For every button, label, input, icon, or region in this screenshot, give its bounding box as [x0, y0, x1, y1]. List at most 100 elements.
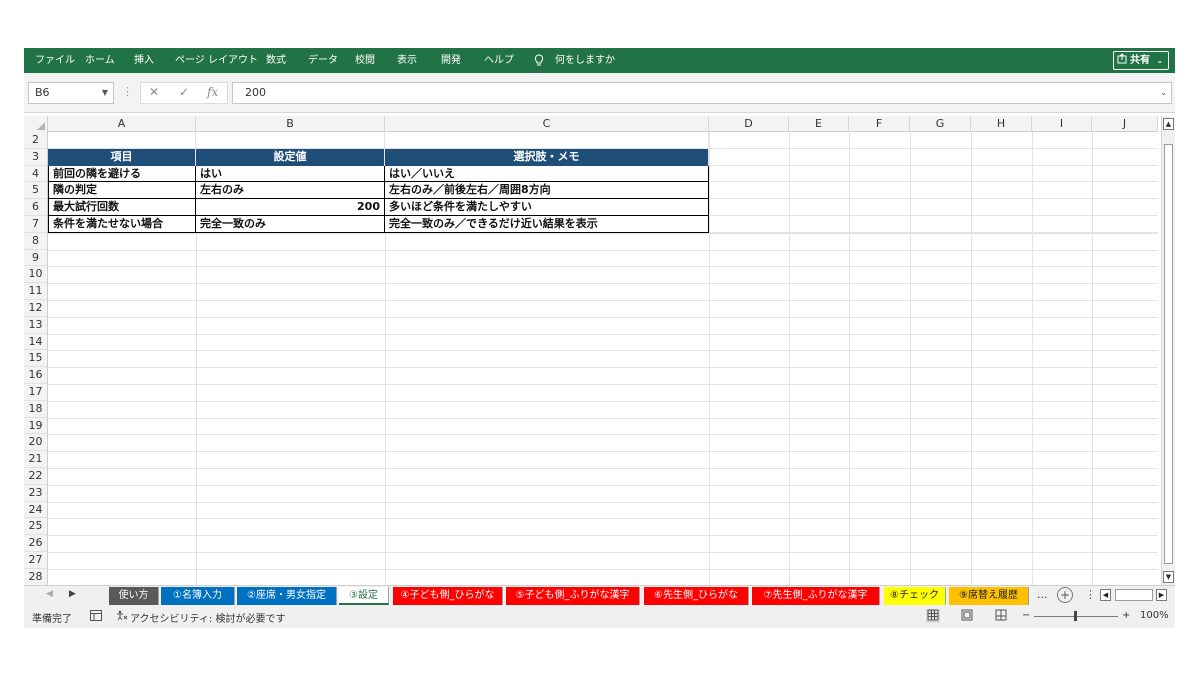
sheet-tab[interactable]: ②座席・男女指定	[237, 587, 337, 605]
column-header-f[interactable]: F	[849, 116, 910, 132]
row-header[interactable]: 5	[24, 182, 47, 200]
drag-handle-icon[interactable]: ⋮	[1085, 588, 1096, 601]
row-header[interactable]: 15	[24, 350, 47, 368]
menu-page-layout[interactable]: ページ レイアウト	[175, 48, 258, 73]
sheet-tab[interactable]: ⑥先生側_ひらがな	[644, 587, 749, 605]
page-break-view-icon[interactable]	[994, 609, 1008, 623]
row-header[interactable]: 9	[24, 250, 47, 267]
drag-handle-icon[interactable]: ⋮	[122, 85, 133, 98]
row-header[interactable]: 21	[24, 451, 47, 468]
share-icon	[1117, 53, 1128, 70]
row-header[interactable]: 2	[24, 132, 47, 149]
formula-input[interactable]: 200 ⌄	[232, 82, 1172, 104]
accessibility-icon[interactable]	[116, 610, 128, 624]
tell-me-search[interactable]: 何をしますか	[555, 48, 615, 73]
zoom-slider-thumb[interactable]	[1074, 611, 1077, 621]
menu-help[interactable]: ヘルプ	[484, 48, 514, 73]
scroll-down-arrow-icon[interactable]: ▼	[1163, 571, 1174, 583]
sheet-tab[interactable]: ⑨席替え履歴	[949, 587, 1029, 605]
enter-icon[interactable]: ✓	[179, 85, 189, 99]
add-sheet-icon[interactable]: +	[1057, 587, 1073, 603]
chevron-down-icon[interactable]: ▼	[102, 83, 108, 103]
menu-file[interactable]: ファイル	[35, 48, 75, 73]
formula-bar: B6 ▼ ⋮ ✕ ✓ fx 200 ⌄	[24, 73, 1175, 113]
sheet-tab[interactable]: ⑤子ども側_ふりがな漢字	[506, 587, 640, 605]
scroll-thumb[interactable]	[1115, 589, 1153, 601]
macro-record-icon[interactable]	[90, 610, 102, 624]
horizontal-scrollbar[interactable]: ◀ ▶	[1100, 589, 1172, 603]
row-header[interactable]: 24	[24, 502, 47, 519]
row-header[interactable]: 17	[24, 384, 47, 401]
more-tabs-button[interactable]: ...	[1037, 588, 1048, 601]
scroll-up-arrow-icon[interactable]: ▲	[1163, 118, 1174, 130]
menu-formulas[interactable]: 数式	[266, 48, 286, 73]
row-header[interactable]: 3	[24, 149, 47, 166]
column-header-b[interactable]: B	[196, 116, 385, 132]
sheet-tab[interactable]: ⑧チェック	[884, 587, 946, 605]
row-header[interactable]: 18	[24, 401, 47, 418]
row-header[interactable]: 13	[24, 317, 47, 334]
menu-data[interactable]: データ	[308, 48, 338, 73]
column-header-c[interactable]: C	[385, 116, 709, 132]
menu-home[interactable]: ホーム	[85, 48, 115, 73]
column-header-e[interactable]: E	[789, 116, 849, 132]
share-button[interactable]: 共有 ⌄	[1113, 51, 1169, 70]
tab-prev-icon[interactable]: ◀	[46, 589, 53, 599]
scroll-thumb[interactable]	[1164, 144, 1173, 564]
row-header[interactable]: 20	[24, 434, 47, 452]
row-header[interactable]: 27	[24, 552, 47, 569]
cancel-icon[interactable]: ✕	[149, 85, 159, 99]
scroll-left-arrow-icon[interactable]: ◀	[1100, 589, 1111, 601]
sheet-tab-bar: ◀ ▶ 使い方 ①名簿入力 ②座席・男女指定 ③設定 ④子ども側_ひらがな ⑤子…	[24, 585, 1175, 606]
column-header-d[interactable]: D	[709, 116, 789, 132]
accessibility-status[interactable]: アクセシビリティ: 検討が必要です	[130, 610, 285, 625]
status-bar: 準備完了 アクセシビリティ: 検討が必要です − + 100%	[24, 606, 1175, 628]
row-header[interactable]: 8	[24, 233, 47, 250]
column-header-i[interactable]: I	[1032, 116, 1092, 132]
sheet-tab[interactable]: ⑦先生側_ふりがな漢字	[752, 587, 880, 605]
row-header[interactable]: 11	[24, 283, 47, 300]
row-header[interactable]: 10	[24, 266, 47, 284]
name-box[interactable]: B6 ▼	[28, 82, 114, 104]
row-header[interactable]: 7	[24, 216, 47, 233]
sheet-tab[interactable]: ①名簿入力	[161, 587, 235, 605]
row-header[interactable]: 28	[24, 569, 47, 585]
scroll-right-arrow-icon[interactable]: ▶	[1156, 589, 1167, 601]
vertical-scrollbar[interactable]: ▲ ▼	[1161, 116, 1175, 585]
column-header-h[interactable]: H	[971, 116, 1032, 132]
normal-view-icon[interactable]	[926, 609, 940, 623]
row-header[interactable]: 23	[24, 485, 47, 502]
tab-next-icon[interactable]: ▶	[69, 589, 76, 599]
menu-view[interactable]: 表示	[397, 48, 417, 73]
row-header[interactable]: 19	[24, 418, 47, 435]
row-header[interactable]: 22	[24, 468, 47, 485]
zoom-out-button[interactable]: −	[1022, 610, 1030, 621]
row-header[interactable]: 12	[24, 300, 47, 317]
column-header-a[interactable]: A	[48, 116, 196, 132]
excel-window: ファイル ホーム 挿入 ページ レイアウト 数式 データ 校閲 表示 開発 ヘル…	[24, 48, 1175, 628]
row-header[interactable]: 26	[24, 535, 47, 552]
menu-insert[interactable]: 挿入	[134, 48, 154, 73]
zoom-level[interactable]: 100%	[1140, 610, 1169, 621]
row-header[interactable]: 16	[24, 367, 47, 384]
column-headers: A B C D E F G H I J	[24, 116, 1158, 132]
insert-function-icon[interactable]: fx	[207, 85, 218, 99]
formula-buttons: ✕ ✓ fx	[140, 82, 228, 104]
sheet-tab[interactable]: 使い方	[109, 587, 159, 605]
page-layout-view-icon[interactable]	[960, 609, 974, 623]
row-header[interactable]: 4	[24, 166, 47, 183]
menu-review[interactable]: 校閲	[355, 48, 375, 73]
zoom-in-button[interactable]: +	[1122, 610, 1130, 621]
chevron-down-icon[interactable]: ⌄	[1160, 83, 1167, 103]
lightbulb-icon	[534, 48, 544, 73]
sheet-tab-active[interactable]: ③設定	[339, 587, 389, 605]
column-header-j[interactable]: J	[1092, 116, 1158, 132]
row-header[interactable]: 6	[24, 199, 47, 216]
menu-developer[interactable]: 開発	[441, 48, 461, 73]
column-header-g[interactable]: G	[910, 116, 971, 132]
select-all-button[interactable]	[24, 116, 48, 132]
row-headers: 2 3 4 5 6 7 8 9 10 11 12 13 14 15 16 17 …	[24, 132, 48, 585]
sheet-tab[interactable]: ④子ども側_ひらがな	[393, 587, 503, 605]
row-header[interactable]: 25	[24, 518, 47, 536]
row-header[interactable]: 14	[24, 334, 47, 351]
